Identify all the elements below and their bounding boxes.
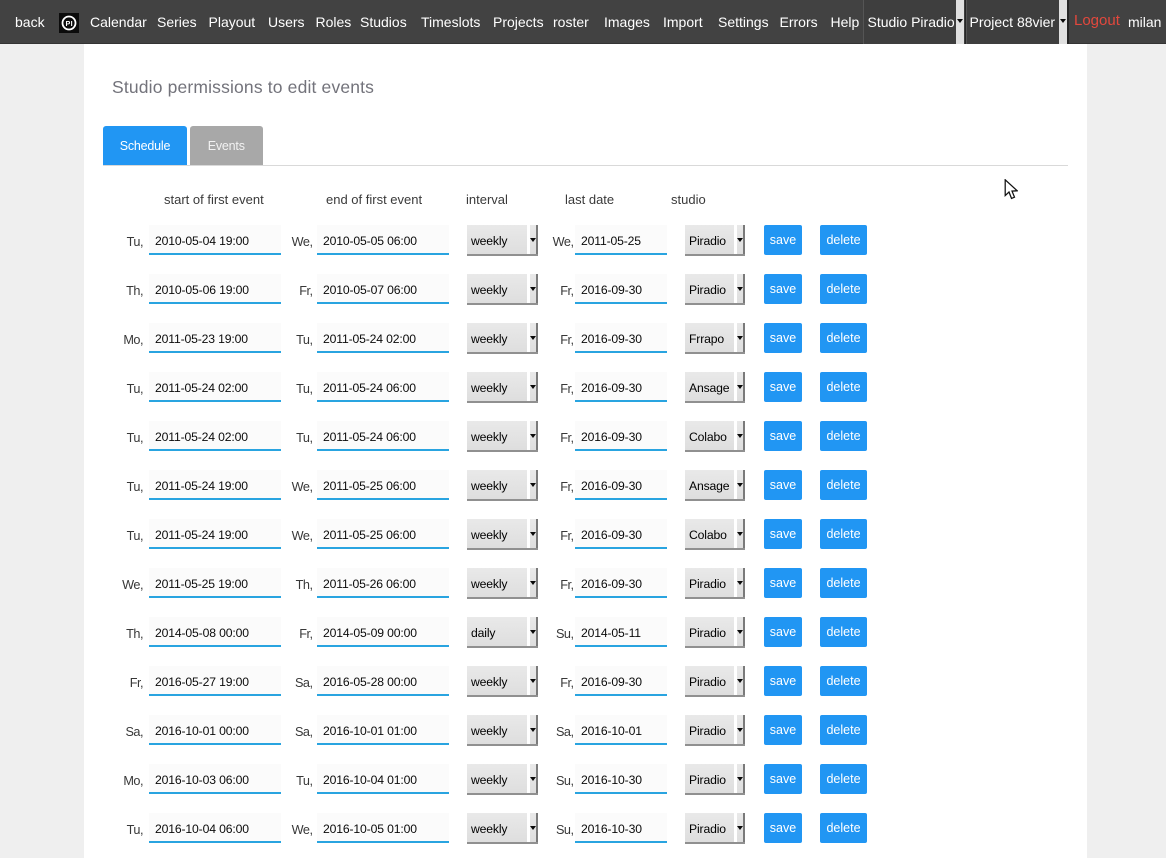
svg-text:PI: PI	[65, 18, 72, 27]
